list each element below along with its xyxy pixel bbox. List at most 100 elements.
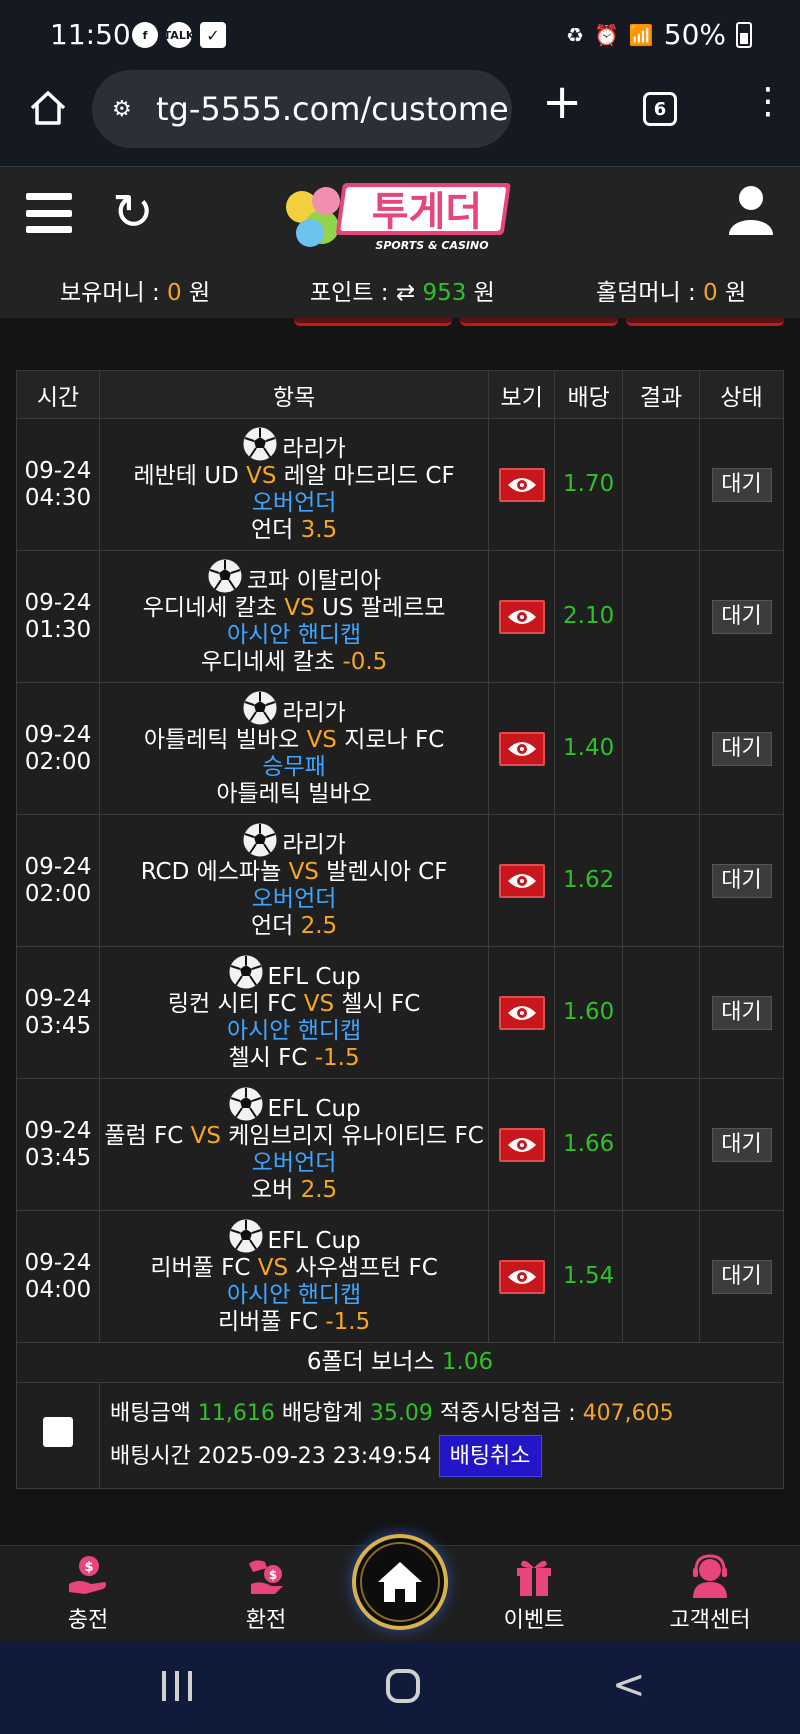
view-button[interactable] <box>498 1259 545 1294</box>
point-display[interactable]: 포인트 : ⇄ 953 원 <box>310 273 495 307</box>
back-icon[interactable]: < <box>612 1665 646 1705</box>
nav-event[interactable]: 이벤트 <box>474 1554 594 1634</box>
battery-icon <box>736 21 752 48</box>
pick-selection: 언더 <box>250 516 294 543</box>
nav-exchange[interactable]: $ 환전 <box>206 1554 326 1634</box>
view-cell <box>488 946 556 1079</box>
item-cell: 라리가 RCD 에스파뇰 VS 발렌시아 CF 오버언더 언더 2.5 <box>98 814 490 947</box>
point-value: 953 <box>422 280 467 306</box>
refresh-icon[interactable]: ↻ <box>112 187 154 237</box>
cancel-bet-button[interactable]: 배팅취소 <box>438 1435 542 1477</box>
pick-line: 3.5 <box>300 516 338 543</box>
result-cell <box>622 946 700 1079</box>
view-cell <box>488 682 556 815</box>
result-cell <box>622 1078 700 1211</box>
match-time: 04:00 <box>24 1276 92 1303</box>
home-team: RCD 에스파뇰 <box>140 858 282 885</box>
item-cell: 라리가 레반테 UD VS 레알 마드리드 CF 오버언더 언더 3.5 <box>98 418 490 551</box>
time-cell: 09-24 04:30 <box>16 418 100 551</box>
site-logo[interactable]: 투게더 SPORTS & CASINO <box>282 175 518 259</box>
balance-display: 보유머니 : 0 원 <box>60 280 211 306</box>
status-cell: 대기 <box>699 1078 784 1211</box>
nav-support[interactable]: 고객센터 <box>650 1554 770 1634</box>
league-name: 라리가 <box>282 435 346 462</box>
svg-text:$: $ <box>84 1560 93 1575</box>
potential-win: 407,605 <box>582 1401 674 1426</box>
odds-cell: 1.60 <box>554 946 624 1079</box>
logo-text: 투게더 <box>372 189 482 235</box>
view-cell <box>488 1210 556 1343</box>
user-icon[interactable] <box>728 185 774 235</box>
match-time: 02:00 <box>24 748 92 775</box>
url-text: tg-5555.com/custome <box>156 90 509 128</box>
status-bar: 11:50 f TALK ✓ ♻ ⏰ 📶 50% <box>0 0 800 70</box>
nav-label: 환전 <box>245 1608 287 1633</box>
new-tab-icon[interactable]: + <box>542 78 582 126</box>
alarm-icon: ⏰ <box>593 22 619 47</box>
home-icon[interactable] <box>28 88 68 128</box>
recent-apps-icon[interactable] <box>162 1671 192 1701</box>
soccer-ball-icon <box>228 954 264 989</box>
menu-icon[interactable] <box>26 193 72 233</box>
pick-selection: 오버 <box>250 1176 294 1203</box>
market-type: 아시안 핸디캡 <box>226 1017 362 1044</box>
deposit-icon: $ <box>69 1556 107 1594</box>
site-settings-icon[interactable]: ⚙ <box>112 97 142 122</box>
view-cell <box>488 1078 556 1211</box>
battery-saver-icon: ♻ <box>566 22 584 47</box>
status-badge: 대기 <box>711 1259 772 1294</box>
status-badge: 대기 <box>711 731 772 766</box>
tab-decoration[interactable] <box>294 318 452 326</box>
time-cell: 09-24 02:00 <box>16 814 100 947</box>
home-team: 우디네세 칼초 <box>142 594 278 621</box>
nav-deposit[interactable]: $ 충전 <box>28 1554 148 1634</box>
market-type: 아시안 핸디캡 <box>226 1281 362 1308</box>
market-type: 오버언더 <box>251 885 337 912</box>
result-cell <box>622 1210 700 1343</box>
home-team: 아틀레틱 빌바오 <box>143 726 300 753</box>
home-team: 풀럼 FC <box>104 1122 184 1149</box>
pick-selection: 리버풀 FC <box>217 1308 319 1335</box>
status-cell: 대기 <box>699 550 784 683</box>
view-button[interactable] <box>498 467 545 502</box>
match-time: 03:45 <box>24 1012 92 1039</box>
status-badge: 대기 <box>711 995 772 1030</box>
tab-decoration[interactable] <box>626 318 784 326</box>
view-button[interactable] <box>498 995 545 1030</box>
nav-label: 충전 <box>67 1608 109 1633</box>
item-cell: EFL Cup 리버풀 FC VS 사우샘프턴 FC 아시안 핸디캡 리버풀 FC -… <box>98 1210 490 1343</box>
home-team: 리버풀 FC <box>150 1254 251 1281</box>
nav-home-button[interactable] <box>352 1534 448 1630</box>
system-home-icon[interactable] <box>386 1669 420 1703</box>
url-bar[interactable]: ⚙ tg-5555.com/custome <box>92 70 512 148</box>
column-header-time: 시간 <box>16 370 100 419</box>
battery-percent: 50% <box>663 18 726 51</box>
view-cell <box>488 550 556 683</box>
time-cell: 09-24 04:00 <box>16 1210 100 1343</box>
view-cell <box>488 814 556 947</box>
folder-bonus-value: 1.06 <box>441 1349 494 1375</box>
tab-decoration[interactable] <box>460 318 618 326</box>
tab-switcher-button[interactable]: 6 <box>643 92 677 126</box>
more-menu-icon[interactable]: ⋮ <box>750 84 786 120</box>
pick-line: 2.5 <box>300 1176 338 1203</box>
view-button[interactable] <box>498 1127 545 1162</box>
home-team: 레반테 UD <box>133 462 239 489</box>
view-button[interactable] <box>498 731 545 766</box>
table-row: 09-24 03:45 EFL Cup 풀럼 FC VS 케임브리지 유나이티드 FC… <box>16 1078 784 1211</box>
column-header-item: 항목 <box>98 370 490 419</box>
eye-icon <box>507 1269 536 1284</box>
bet-amount: 11,616 <box>197 1401 275 1426</box>
status-time: 11:50 <box>50 18 131 51</box>
point-exchange-icon[interactable]: ⇄ <box>396 280 423 306</box>
league-name: EFL Cup <box>267 963 361 990</box>
column-header-result: 결과 <box>622 370 700 419</box>
view-button[interactable] <box>498 863 545 898</box>
select-checkbox[interactable] <box>42 1417 73 1447</box>
soccer-ball-icon <box>207 558 243 593</box>
table-header-row: 시간 항목 보기 배당 결과 상태 <box>16 370 784 419</box>
eye-icon <box>507 1137 536 1152</box>
soccer-ball-icon <box>228 1086 264 1121</box>
view-button[interactable] <box>498 599 545 634</box>
holdem-value: 0 <box>703 280 718 306</box>
